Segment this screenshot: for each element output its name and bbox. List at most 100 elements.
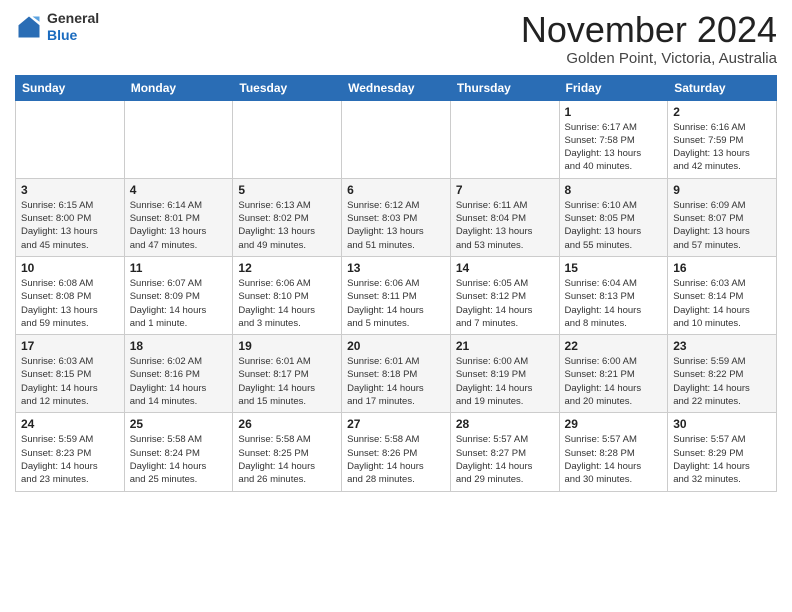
day-info: Sunrise: 6:10 AM Sunset: 8:05 PM Dayligh… [565,199,663,252]
table-row [16,100,125,178]
day-info: Sunrise: 6:09 AM Sunset: 8:07 PM Dayligh… [673,199,771,252]
day-info: Sunrise: 6:00 AM Sunset: 8:19 PM Dayligh… [456,355,554,408]
day-number: 27 [347,417,445,431]
day-number: 14 [456,261,554,275]
table-row: 6 Sunrise: 6:12 AM Sunset: 8:03 PM Daylig… [342,178,451,256]
table-row: 19Sunrise: 6:01 AM Sunset: 8:17 PM Dayli… [233,335,342,413]
day-info: Sunrise: 6:04 AM Sunset: 8:13 PM Dayligh… [565,277,663,330]
table-row: 24 Sunrise: 5:59 AM Sunset: 8:23 PM Dayli… [16,413,125,491]
calendar-weekday-sunday: Sunday [16,75,125,100]
logo-general: General [47,10,99,27]
day-number: 7 [456,183,554,197]
table-row: 17 Sunrise: 6:03 AM Sunset: 8:15 PM Dayli… [16,335,125,413]
calendar-table: SundayMondayTuesdayWednesdayThursdayFrid… [15,75,777,492]
day-number: 23 [673,339,771,353]
calendar-weekday-saturday: Saturday [668,75,777,100]
table-row: 30 Sunrise: 5:57 AM Sunset: 8:29 PM Dayli… [668,413,777,491]
day-number: 28 [456,417,554,431]
day-info: Sunrise: 5:58 AM Sunset: 8:25 PM Dayligh… [238,433,336,486]
day-number: 9 [673,183,771,197]
table-row: 12Sunrise: 6:06 AM Sunset: 8:10 PM Dayli… [233,256,342,334]
day-number: 3 [21,183,119,197]
day-number: 17 [21,339,119,353]
logo-icon [15,13,43,41]
calendar-weekday-wednesday: Wednesday [342,75,451,100]
day-info: Sunrise: 6:01 AM Sunset: 8:18 PM Dayligh… [347,355,445,408]
table-row: 23 Sunrise: 5:59 AM Sunset: 8:22 PM Dayli… [668,335,777,413]
table-row: 9 Sunrise: 6:09 AM Sunset: 8:07 PM Daylig… [668,178,777,256]
table-row: 7 Sunrise: 6:11 AM Sunset: 8:04 PM Daylig… [450,178,559,256]
day-number: 30 [673,417,771,431]
day-info: Sunrise: 6:17 AM Sunset: 7:58 PM Dayligh… [565,121,663,174]
table-row: 11Sunrise: 6:07 AM Sunset: 8:09 PM Dayli… [124,256,233,334]
table-row [450,100,559,178]
day-number: 15 [565,261,663,275]
month-title: November 2024 [521,10,777,50]
calendar-week-1: 1Sunrise: 6:17 AM Sunset: 7:58 PM Daylig… [16,100,777,178]
day-info: Sunrise: 5:59 AM Sunset: 8:23 PM Dayligh… [21,433,119,486]
day-info: Sunrise: 5:59 AM Sunset: 8:22 PM Dayligh… [673,355,771,408]
day-info: Sunrise: 6:13 AM Sunset: 8:02 PM Dayligh… [238,199,336,252]
day-info: Sunrise: 5:58 AM Sunset: 8:24 PM Dayligh… [130,433,228,486]
day-info: Sunrise: 6:06 AM Sunset: 8:11 PM Dayligh… [347,277,445,330]
calendar-week-2: 3 Sunrise: 6:15 AM Sunset: 8:00 PM Daylig… [16,178,777,256]
day-number: 20 [347,339,445,353]
table-row: 26 Sunrise: 5:58 AM Sunset: 8:25 PM Dayli… [233,413,342,491]
table-row: 2Sunrise: 6:16 AM Sunset: 7:59 PM Daylig… [668,100,777,178]
day-info: Sunrise: 6:03 AM Sunset: 8:15 PM Dayligh… [21,355,119,408]
day-info: Sunrise: 6:16 AM Sunset: 7:59 PM Dayligh… [673,121,771,174]
day-number: 21 [456,339,554,353]
calendar-week-4: 17 Sunrise: 6:03 AM Sunset: 8:15 PM Dayli… [16,335,777,413]
day-info: Sunrise: 5:57 AM Sunset: 8:28 PM Dayligh… [565,433,663,486]
day-info: Sunrise: 6:07 AM Sunset: 8:09 PM Dayligh… [130,277,228,330]
table-row: 25 Sunrise: 5:58 AM Sunset: 8:24 PM Dayli… [124,413,233,491]
day-number: 25 [130,417,228,431]
header: General Blue November 2024 Golden Point,… [15,10,777,67]
logo: General Blue [15,10,99,44]
table-row: 14 Sunrise: 6:05 AM Sunset: 8:12 PM Dayli… [450,256,559,334]
day-number: 6 [347,183,445,197]
logo-blue: Blue [47,27,99,44]
day-info: Sunrise: 6:05 AM Sunset: 8:12 PM Dayligh… [456,277,554,330]
table-row: 27 Sunrise: 5:58 AM Sunset: 8:26 PM Dayli… [342,413,451,491]
table-row: 4Sunrise: 6:14 AM Sunset: 8:01 PM Daylig… [124,178,233,256]
day-info: Sunrise: 6:03 AM Sunset: 8:14 PM Dayligh… [673,277,771,330]
table-row [233,100,342,178]
title-block: November 2024 Golden Point, Victoria, Au… [521,10,777,67]
day-info: Sunrise: 5:58 AM Sunset: 8:26 PM Dayligh… [347,433,445,486]
calendar-header-row: SundayMondayTuesdayWednesdayThursdayFrid… [16,75,777,100]
day-number: 4 [130,183,228,197]
table-row [342,100,451,178]
day-number: 24 [21,417,119,431]
day-info: Sunrise: 6:15 AM Sunset: 8:00 PM Dayligh… [21,199,119,252]
day-number: 5 [238,183,336,197]
day-number: 13 [347,261,445,275]
day-info: Sunrise: 6:12 AM Sunset: 8:03 PM Dayligh… [347,199,445,252]
calendar-weekday-monday: Monday [124,75,233,100]
day-info: Sunrise: 6:06 AM Sunset: 8:10 PM Dayligh… [238,277,336,330]
day-number: 16 [673,261,771,275]
logo-text: General Blue [47,10,99,44]
table-row: 16 Sunrise: 6:03 AM Sunset: 8:14 PM Dayli… [668,256,777,334]
table-row: 10 Sunrise: 6:08 AM Sunset: 8:08 PM Dayli… [16,256,125,334]
location: Golden Point, Victoria, Australia [521,50,777,67]
day-number: 8 [565,183,663,197]
table-row: 22Sunrise: 6:00 AM Sunset: 8:21 PM Dayli… [559,335,668,413]
table-row: 3 Sunrise: 6:15 AM Sunset: 8:00 PM Daylig… [16,178,125,256]
table-row: 28Sunrise: 5:57 AM Sunset: 8:27 PM Dayli… [450,413,559,491]
table-row: 21 Sunrise: 6:00 AM Sunset: 8:19 PM Dayli… [450,335,559,413]
day-info: Sunrise: 6:08 AM Sunset: 8:08 PM Dayligh… [21,277,119,330]
table-row: 13 Sunrise: 6:06 AM Sunset: 8:11 PM Dayli… [342,256,451,334]
day-info: Sunrise: 5:57 AM Sunset: 8:29 PM Dayligh… [673,433,771,486]
day-number: 26 [238,417,336,431]
calendar-week-5: 24 Sunrise: 5:59 AM Sunset: 8:23 PM Dayli… [16,413,777,491]
table-row: 8 Sunrise: 6:10 AM Sunset: 8:05 PM Daylig… [559,178,668,256]
day-number: 10 [21,261,119,275]
table-row: 29Sunrise: 5:57 AM Sunset: 8:28 PM Dayli… [559,413,668,491]
day-info: Sunrise: 6:11 AM Sunset: 8:04 PM Dayligh… [456,199,554,252]
day-number: 22 [565,339,663,353]
day-number: 18 [130,339,228,353]
calendar-week-3: 10 Sunrise: 6:08 AM Sunset: 8:08 PM Dayli… [16,256,777,334]
day-info: Sunrise: 6:02 AM Sunset: 8:16 PM Dayligh… [130,355,228,408]
calendar-weekday-tuesday: Tuesday [233,75,342,100]
